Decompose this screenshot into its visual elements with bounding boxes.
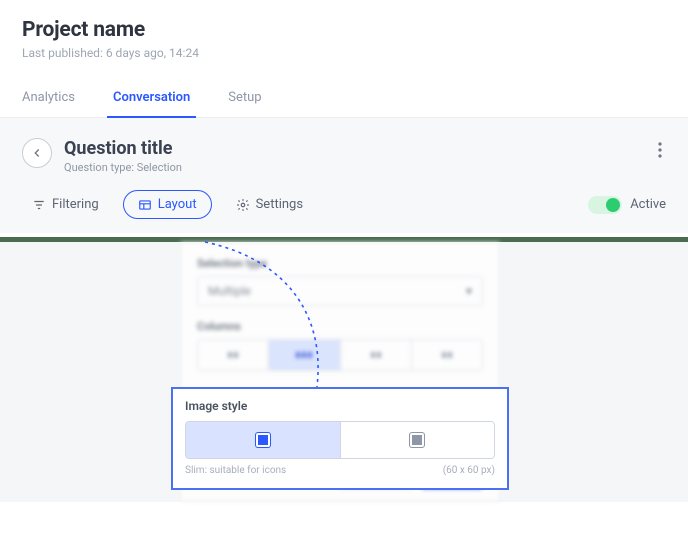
publish-status: Last published: 6 days ago, 14:24 bbox=[22, 46, 666, 60]
image-style-hint-right: (60 x 60 px) bbox=[443, 465, 495, 476]
settings-button[interactable]: Settings bbox=[226, 191, 313, 218]
image-style-hint-left: Slim: suitable for icons bbox=[185, 465, 286, 476]
image-style-full[interactable] bbox=[341, 422, 495, 458]
tab-conversation[interactable]: Conversation bbox=[113, 80, 190, 117]
columns-label: Columns bbox=[197, 320, 483, 333]
columns-picker bbox=[197, 339, 483, 371]
settings-label: Settings bbox=[256, 197, 303, 212]
image-style-section: Image style Slim: suitable for icons (60… bbox=[171, 387, 509, 490]
columns-option-2[interactable] bbox=[269, 340, 340, 370]
question-title: Question title bbox=[64, 138, 654, 159]
active-toggle[interactable] bbox=[588, 196, 622, 214]
square-icon bbox=[410, 433, 424, 447]
square-icon bbox=[256, 433, 270, 447]
back-button[interactable] bbox=[22, 138, 52, 168]
project-title: Project name bbox=[22, 18, 666, 42]
tab-setup[interactable]: Setup bbox=[228, 80, 261, 117]
image-style-slim[interactable] bbox=[186, 422, 341, 458]
selection-type-select[interactable]: Multiple ▾ bbox=[197, 276, 483, 306]
active-label: Active bbox=[630, 197, 666, 212]
more-menu-button[interactable] bbox=[654, 138, 666, 166]
layout-button[interactable]: Layout bbox=[123, 190, 212, 219]
chevron-down-icon: ▾ bbox=[466, 284, 472, 298]
gear-icon bbox=[236, 198, 250, 212]
selection-type-value: Multiple bbox=[208, 284, 251, 298]
selection-type-label: Selection type bbox=[197, 257, 483, 270]
question-type: Question type: Selection bbox=[64, 161, 654, 174]
main-tabs: Analytics Conversation Setup bbox=[0, 80, 688, 118]
columns-option-1[interactable] bbox=[198, 340, 269, 370]
more-vertical-icon bbox=[658, 142, 662, 158]
arrow-left-icon bbox=[30, 146, 44, 160]
filtering-button[interactable]: Filtering bbox=[22, 191, 109, 218]
layout-icon bbox=[138, 198, 152, 212]
tab-analytics[interactable]: Analytics bbox=[22, 80, 75, 117]
columns-option-4[interactable] bbox=[412, 340, 482, 370]
filtering-label: Filtering bbox=[52, 197, 99, 212]
layout-label: Layout bbox=[158, 197, 197, 212]
image-style-options bbox=[185, 421, 495, 459]
columns-option-3[interactable] bbox=[341, 340, 412, 370]
filter-icon bbox=[32, 198, 46, 212]
image-style-label: Image style bbox=[185, 399, 495, 413]
